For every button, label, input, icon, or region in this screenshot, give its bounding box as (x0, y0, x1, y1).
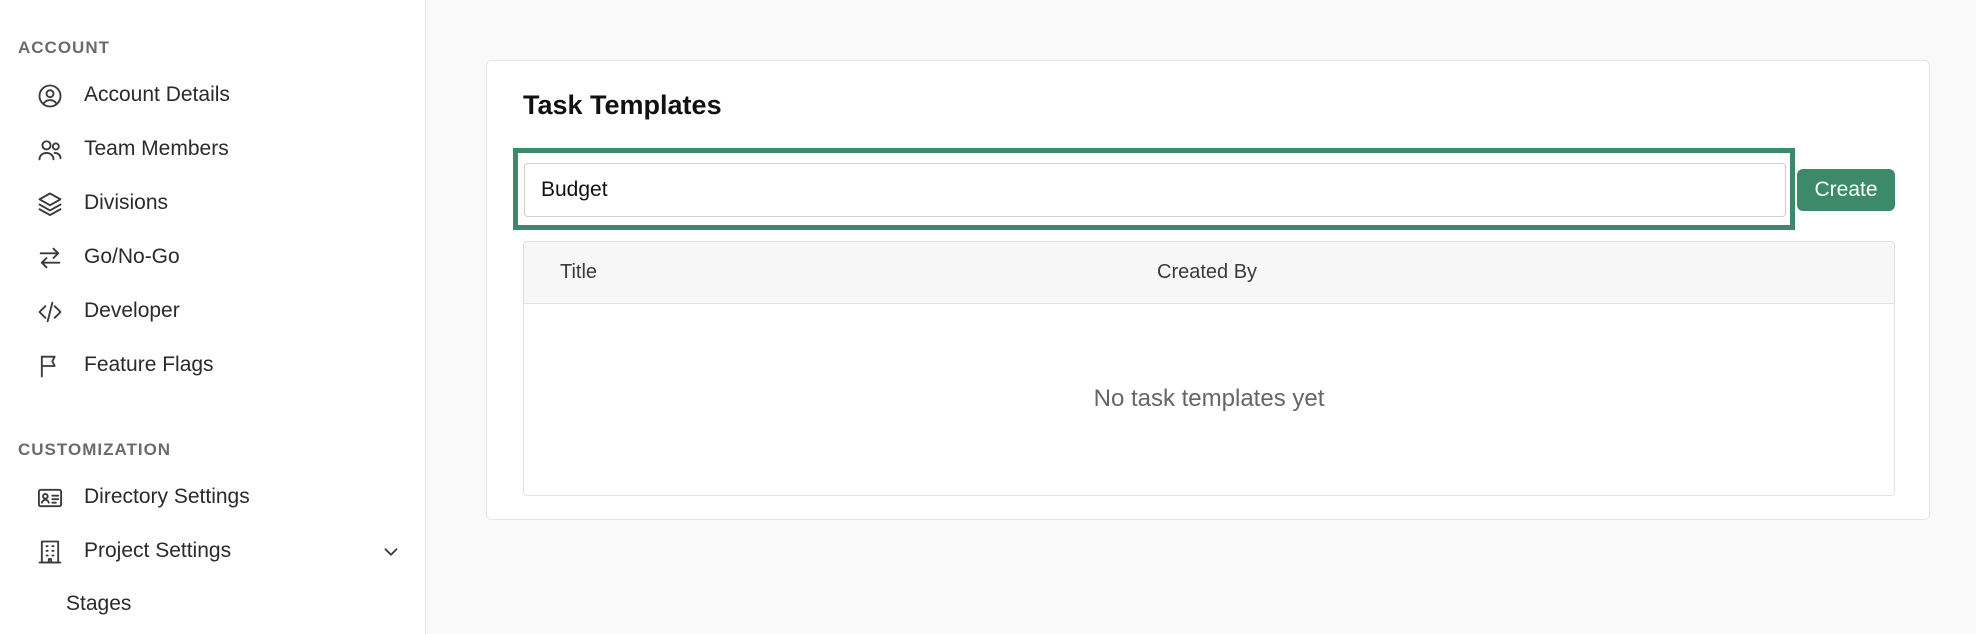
template-title-input[interactable] (524, 163, 1786, 217)
table-header: Title Created By (524, 242, 1894, 304)
column-header-created-by[interactable]: Created By (1157, 261, 1257, 284)
sidebar-subitem-stages[interactable]: Stages (66, 592, 131, 616)
sidebar-item-label: Divisions (84, 191, 169, 214)
sidebar-item-team-members[interactable]: Team Members (0, 124, 426, 174)
settings-sidebar: ACCOUNT Account Details Team Members Div… (0, 0, 426, 634)
sidebar-item-divisions[interactable]: Divisions (0, 178, 426, 228)
sidebar-item-label: Project Settings (84, 539, 232, 562)
sidebar-item-directory-settings[interactable]: Directory Settings (0, 472, 426, 522)
sidebar-item-label: Directory Settings (84, 485, 250, 508)
create-button[interactable]: Create (1797, 169, 1895, 211)
sidebar-item-label: Team Members (84, 137, 229, 160)
chevron-down-icon[interactable] (380, 541, 402, 563)
sidebar-item-label: Go/No-Go (84, 245, 180, 268)
sidebar-item-go-no-go[interactable]: Go/No-Go (0, 232, 426, 282)
sidebar-item-label: Developer (84, 299, 180, 322)
flag-icon (36, 352, 64, 380)
sidebar-item-account-details[interactable]: Account Details (0, 70, 426, 120)
building-icon (36, 538, 64, 566)
id-card-icon (36, 484, 64, 512)
arrows-exchange-icon (36, 244, 64, 272)
account-section-heading: ACCOUNT (18, 38, 110, 57)
layers-icon (36, 190, 64, 218)
customization-section-heading: CUSTOMIZATION (18, 440, 172, 459)
code-icon (36, 298, 64, 326)
empty-state-message: No task templates yet (1093, 385, 1325, 412)
user-circle-icon (36, 82, 64, 110)
task-templates-table: Title Created By No task templates yet (523, 241, 1895, 496)
column-header-title[interactable]: Title (560, 261, 597, 284)
sidebar-item-label: Account Details (84, 83, 230, 106)
sidebar-item-feature-flags[interactable]: Feature Flags (0, 340, 426, 390)
sidebar-item-developer[interactable]: Developer (0, 286, 426, 336)
users-icon (36, 136, 64, 164)
sidebar-item-project-settings[interactable]: Project Settings (0, 526, 426, 576)
sidebar-item-label: Feature Flags (84, 353, 214, 376)
page-title: Task Templates (523, 90, 722, 120)
task-templates-card: Task Templates Create Title Created By N… (486, 60, 1930, 520)
